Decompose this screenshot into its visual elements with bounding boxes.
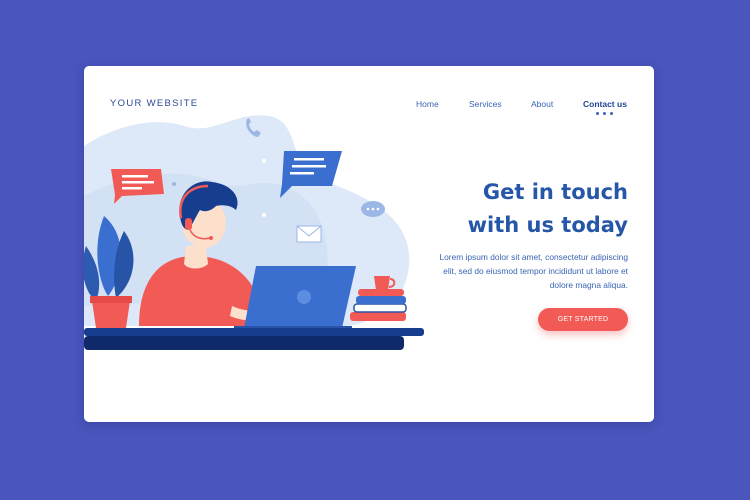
get-started-button[interactable]: GET STARTED xyxy=(538,308,628,331)
description-line-2: elit, sed do eiusmod tempor incididunt u… xyxy=(443,266,628,276)
book-stack xyxy=(350,289,407,321)
headline-line-2: with us today xyxy=(467,213,628,237)
mail-icon xyxy=(296,225,322,243)
nav-contact-us[interactable]: Contact us xyxy=(583,99,627,109)
nav-services[interactable]: Services xyxy=(469,99,502,109)
description-line-3: dolore magna aliqua. xyxy=(549,280,628,290)
desk xyxy=(84,328,424,350)
active-nav-indicator xyxy=(596,112,614,116)
hero-headline: Get in touch with us today xyxy=(368,176,628,242)
landing-page-card: YOUR WEBSITE Home Services About Contact… xyxy=(84,66,654,422)
description-line-1: Lorem ipsum dolor sit amet, consectetur … xyxy=(439,252,628,262)
headline-line-1: Get in touch xyxy=(482,180,628,204)
nav-about[interactable]: About xyxy=(531,99,553,109)
hero-description: Lorem ipsum dolor sit amet, consectetur … xyxy=(398,250,628,292)
